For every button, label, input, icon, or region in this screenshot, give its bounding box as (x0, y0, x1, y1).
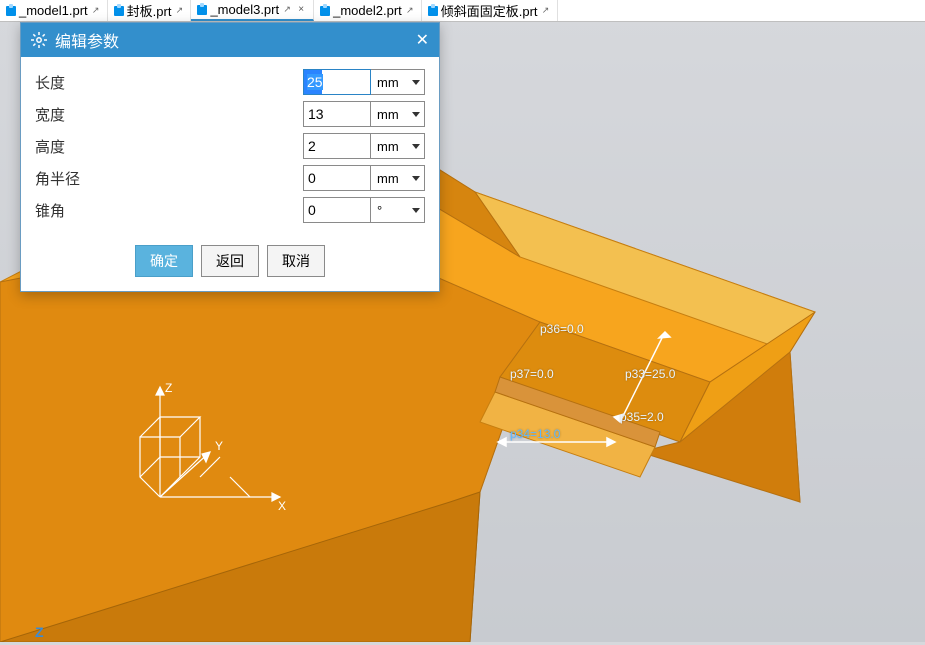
tab-fengban[interactable]: 封板.prt ↗ (108, 0, 192, 21)
radius-input[interactable] (303, 165, 371, 191)
edit-params-dialog: 编辑参数 ✕ 长度 mm 宽度 mm (20, 22, 440, 292)
param-row-width: 宽度 mm (35, 101, 425, 127)
param-label: 高度 (35, 136, 65, 157)
unit-select[interactable]: mm (371, 101, 425, 127)
gear-icon (31, 32, 47, 48)
tab-model3[interactable]: _model3.prt ↗ × (191, 0, 314, 21)
corner-z-label: Z (35, 624, 44, 640)
unit-label: mm (377, 139, 399, 154)
dialog-titlebar[interactable]: 编辑参数 ✕ (21, 23, 439, 57)
unit-select[interactable]: ° (371, 197, 425, 223)
width-input[interactable] (303, 101, 371, 127)
tab-ext-icon: ↗ (405, 6, 415, 16)
tab-label: _model2.prt (333, 3, 402, 18)
unit-label: mm (377, 171, 399, 186)
tab-label: 封板.prt (127, 1, 172, 20)
tab-bar: _model1.prt ↗ 封板.prt ↗ _model3.prt ↗ × _… (0, 0, 925, 22)
close-icon[interactable]: ✕ (416, 30, 429, 50)
tab-qingxie[interactable]: 倾斜面固定板.prt ↗ (422, 0, 558, 21)
tab-label: _model3.prt (210, 2, 279, 17)
tab-label: _model1.prt (19, 3, 88, 18)
tab-model1[interactable]: _model1.prt ↗ (0, 0, 108, 21)
chevron-down-icon (412, 80, 420, 85)
unit-label: mm (377, 107, 399, 122)
param-label: 宽度 (35, 104, 65, 125)
tab-ext-icon: ↗ (91, 6, 101, 16)
tab-label: 倾斜面固定板.prt (441, 1, 538, 20)
param-row-length: 长度 mm (35, 69, 425, 95)
unit-select[interactable]: mm (371, 165, 425, 191)
tab-model2[interactable]: _model2.prt ↗ (314, 0, 422, 21)
param-label: 角半径 (35, 168, 80, 189)
part-icon (320, 6, 330, 16)
dialog-title-text: 编辑参数 (55, 28, 119, 52)
length-input[interactable] (303, 69, 371, 95)
ok-button[interactable]: 确定 (135, 245, 193, 277)
chevron-down-icon (412, 176, 420, 181)
close-icon[interactable]: × (295, 4, 307, 16)
part-icon (197, 5, 207, 15)
unit-label: mm (377, 75, 399, 90)
tab-ext-icon: ↗ (282, 5, 292, 15)
cancel-button[interactable]: 取消 (267, 245, 325, 277)
part-icon (114, 6, 124, 16)
height-input[interactable] (303, 133, 371, 159)
param-label: 锥角 (35, 200, 65, 221)
chevron-down-icon (412, 112, 420, 117)
chevron-down-icon (412, 144, 420, 149)
part-icon (428, 6, 438, 16)
dialog-body: 长度 mm 宽度 mm 高度 (21, 57, 439, 237)
back-button[interactable]: 返回 (201, 245, 259, 277)
param-row-height: 高度 mm (35, 133, 425, 159)
unit-label: ° (377, 203, 382, 218)
param-label: 长度 (35, 72, 65, 93)
unit-select[interactable]: mm (371, 69, 425, 95)
chevron-down-icon (412, 208, 420, 213)
tab-ext-icon: ↗ (174, 6, 184, 16)
param-row-radius: 角半径 mm (35, 165, 425, 191)
part-icon (6, 6, 16, 16)
taper-input[interactable] (303, 197, 371, 223)
tab-ext-icon: ↗ (541, 6, 551, 16)
unit-select[interactable]: mm (371, 133, 425, 159)
dialog-footer: 确定 返回 取消 (21, 237, 439, 291)
param-row-taper: 锥角 ° (35, 197, 425, 223)
